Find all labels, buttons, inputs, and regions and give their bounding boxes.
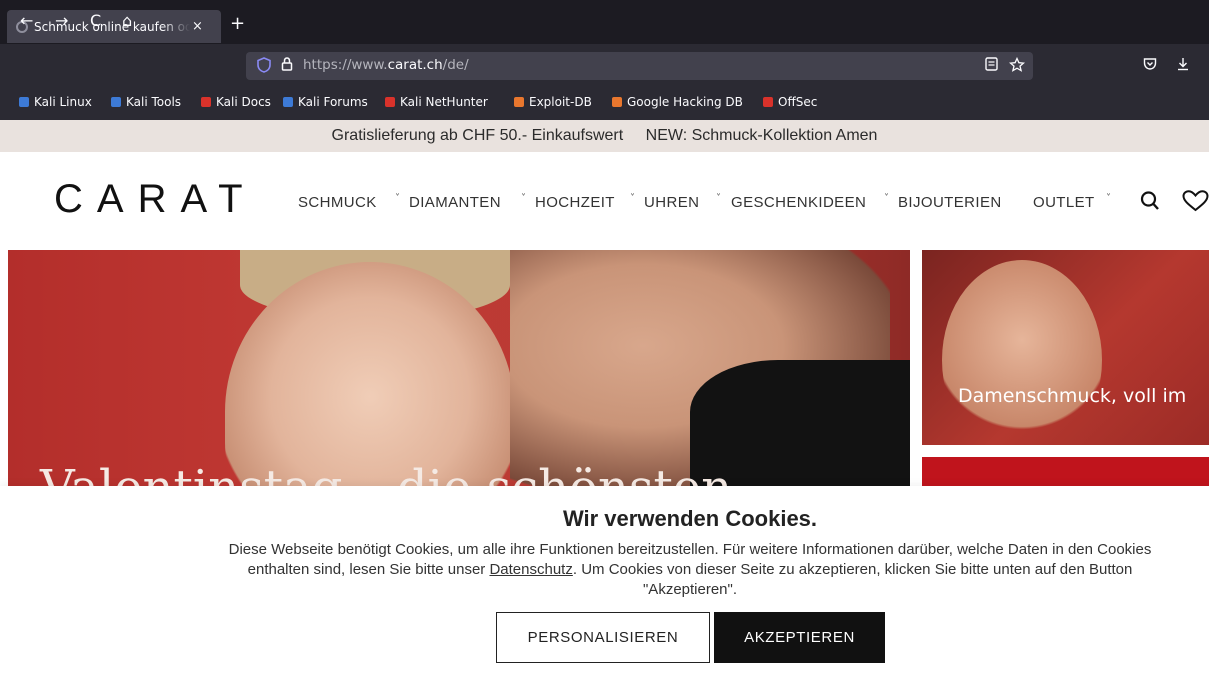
bookmark-google-hacking-db[interactable]: Google Hacking DB xyxy=(612,95,743,109)
promo-collection-link[interactable]: NEW: Schmuck-Kollektion Amen xyxy=(646,127,878,144)
accept-cookies-button[interactable]: AKZEPTIEREN xyxy=(714,612,885,663)
menu-uhren[interactable]: UHREN xyxy=(644,194,699,211)
bookmarks-toolbar xyxy=(0,88,1209,120)
chevron-down-icon[interactable]: ˅ xyxy=(395,193,400,204)
menu-schmuck[interactable]: SCHMUCK xyxy=(298,194,377,211)
promo-bar: Gratislieferung ab CHF 50.- Einkaufswert… xyxy=(0,120,1209,152)
exploit-db-icon xyxy=(514,97,524,107)
bookmark-label: Google Hacking DB xyxy=(627,95,743,109)
bookmark-label: Kali Forums xyxy=(298,95,368,109)
bookmark-label: Exploit-DB xyxy=(529,95,592,109)
home-icon[interactable]: ⌂ xyxy=(122,11,132,31)
search-icon[interactable] xyxy=(1140,190,1160,218)
menu-diamanten[interactable]: DIAMANTEN xyxy=(409,194,501,211)
url-path: /de/ xyxy=(442,57,469,73)
chevron-down-icon[interactable]: ˅ xyxy=(1106,193,1111,204)
side-card-damenschmuck[interactable] xyxy=(922,250,1209,445)
download-icon[interactable] xyxy=(1176,57,1190,75)
kali-tools-icon xyxy=(111,97,121,107)
bookmark-kali-linux[interactable]: Kali Linux xyxy=(19,95,92,109)
bookmark-label: OffSec xyxy=(778,95,818,109)
reload-icon[interactable]: C xyxy=(90,11,101,31)
bookmark-label: Kali Docs xyxy=(216,95,271,109)
chevron-down-icon[interactable]: ˅ xyxy=(630,193,635,204)
kali-forums-icon xyxy=(283,97,293,107)
personalize-button[interactable]: PERSONALISIEREN xyxy=(496,612,710,663)
shield-icon[interactable] xyxy=(257,57,271,77)
nethunter-icon xyxy=(385,97,395,107)
ghdb-icon xyxy=(612,97,622,107)
side-card-hand-image xyxy=(942,260,1102,445)
chevron-down-icon[interactable]: ˅ xyxy=(716,193,721,204)
bookmark-label: Kali NetHunter xyxy=(400,95,488,109)
back-icon[interactable]: ← xyxy=(20,11,33,31)
privacy-link[interactable]: Datenschutz xyxy=(489,561,572,578)
offsec-icon xyxy=(763,97,773,107)
new-tab-button[interactable]: + xyxy=(230,14,245,34)
menu-hochzeit[interactable]: HOCHZEIT xyxy=(535,194,615,211)
bookmark-exploit-db[interactable]: Exploit-DB xyxy=(514,95,592,109)
browser-tab[interactable]: Schmuck online kaufen oder × xyxy=(7,10,221,43)
cookie-text-after: . Um Cookies von dieser Seite zu akzepti… xyxy=(572,561,1133,598)
bookmark-kali-forums[interactable]: Kali Forums xyxy=(283,95,368,109)
cookie-description: Diese Webseite benötigt Cookies, um alle… xyxy=(200,540,1180,600)
heart-icon[interactable] xyxy=(1182,190,1209,218)
bookmark-kali-docs[interactable]: Kali Docs xyxy=(201,95,271,109)
url-text[interactable]: https://www.carat.ch/de/ xyxy=(303,57,469,73)
chevron-down-icon[interactable]: ˅ xyxy=(884,193,889,204)
pocket-icon[interactable] xyxy=(1143,57,1157,75)
star-icon[interactable] xyxy=(1008,56,1026,77)
promo-shipping-text: Gratislieferung ab CHF 50.- Einkaufswert xyxy=(331,127,624,144)
side-card-title: Damenschmuck, voll im xyxy=(958,385,1187,407)
kali-icon xyxy=(19,97,29,107)
url-prefix: https://www. xyxy=(303,57,388,73)
forward-icon[interactable]: → xyxy=(55,11,68,31)
chevron-down-icon[interactable]: ˅ xyxy=(521,193,526,204)
lock-icon[interactable] xyxy=(281,57,293,75)
cookie-title: Wir verwenden Cookies. xyxy=(562,506,818,531)
url-domain: carat.ch xyxy=(387,57,443,73)
reader-view-icon[interactable] xyxy=(985,57,998,75)
site-logo[interactable]: CARAT xyxy=(54,177,257,221)
bookmark-label: Kali Tools xyxy=(126,95,182,109)
menu-outlet[interactable]: OUTLET xyxy=(1033,194,1095,211)
bookmark-kali-nethunter[interactable]: Kali NetHunter xyxy=(385,95,488,109)
bookmark-kali-tools[interactable]: Kali Tools xyxy=(111,95,181,109)
tab-close-icon[interactable]: × xyxy=(192,19,203,34)
menu-bijouterien[interactable]: BIJOUTERIEN xyxy=(898,194,1002,211)
bookmark-offsec[interactable]: OffSec xyxy=(763,95,817,109)
bookmark-label: Kali Linux xyxy=(34,95,92,109)
kali-docs-icon xyxy=(201,97,211,107)
menu-geschenkideen[interactable]: GESCHENKIDEEN xyxy=(731,194,866,211)
